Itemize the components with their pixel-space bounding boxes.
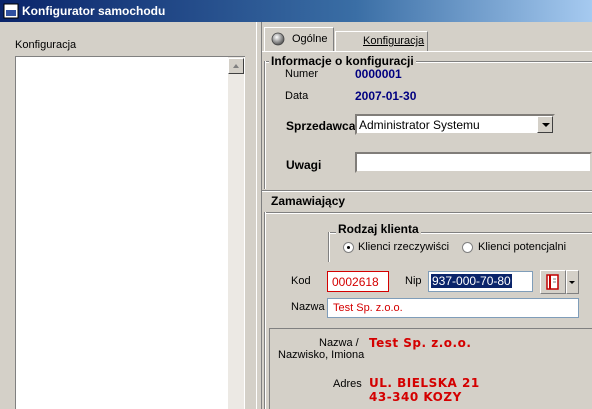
- sprzedawca-select[interactable]: Administrator Systemu: [355, 114, 555, 135]
- zamawiajacy-group-left-border: [264, 212, 266, 409]
- uwagi-label: Uwagi: [286, 158, 322, 172]
- title-bar[interactable]: Konfigurator samochodu: [0, 0, 592, 22]
- tab-konfiguracja[interactable]: Konfiguracja: [335, 31, 428, 51]
- radio-klienci-potencjalni[interactable]: [462, 242, 473, 253]
- uwagi-input[interactable]: [355, 152, 592, 173]
- sprzedawca-dropdown-button[interactable]: [537, 116, 553, 133]
- detail-nazwa-label-1: Nazwa /: [319, 337, 359, 349]
- detail-nazwa-label-2: Nazwisko, Imiona: [278, 349, 365, 361]
- tab-ogolne-label: Ogólne: [292, 33, 328, 45]
- nazwa-value: Test Sp. z.o.o.: [333, 302, 403, 314]
- tab-baseline: [262, 51, 592, 52]
- nip-dropdown-button[interactable]: [566, 270, 579, 294]
- tab-ogolne[interactable]: Ogólne: [264, 27, 334, 51]
- sphere-icon: [271, 32, 285, 46]
- info-group-title: Informacje o konfiguracji: [269, 54, 416, 68]
- zamawiajacy-group-border: [264, 212, 592, 214]
- window-title: Konfigurator samochodu: [22, 4, 166, 18]
- nip-check-button[interactable]: [540, 270, 566, 294]
- nazwa-input[interactable]: Test Sp. z.o.o.: [327, 298, 579, 318]
- vertical-scrollbar[interactable]: [228, 57, 244, 409]
- chevron-down-icon: [569, 281, 575, 284]
- radio-klienci-rzeczywisci-label: Klienci rzeczywiści: [358, 241, 450, 253]
- kod-label: Kod: [291, 275, 311, 287]
- rodzaj-group-title: Rodzaj klienta: [336, 222, 421, 236]
- nip-input[interactable]: 937-000-70-80: [428, 271, 533, 292]
- radio-klienci-potencjalni-label: Klienci potencjalni: [478, 241, 567, 253]
- tab-konfiguracja-label: Konfiguracja: [363, 35, 425, 47]
- nazwa-label: Nazwa: [291, 301, 325, 313]
- configuration-list[interactable]: [15, 56, 245, 409]
- scroll-up-button[interactable]: [228, 58, 244, 74]
- chevron-down-icon: [542, 123, 550, 127]
- sprzedawca-label: Sprzedawca: [286, 119, 356, 133]
- detail-adres-line1: UL. BIELSKA 21: [369, 376, 480, 390]
- arrow-up-icon: [233, 64, 239, 68]
- info-group-left-border: [264, 61, 266, 189]
- book-icon: [546, 274, 559, 290]
- data-label: Data: [285, 90, 309, 102]
- kod-input[interactable]: 0002618: [327, 271, 389, 292]
- nip-label: Nip: [405, 275, 422, 287]
- data-value: 2007-01-30: [355, 89, 417, 103]
- detail-adres-line2: 43-340 KOZY: [369, 390, 462, 404]
- app-icon: [3, 3, 19, 19]
- rodzaj-group-left-border: [328, 232, 330, 262]
- section-separator: [262, 190, 592, 192]
- kod-value: 0002618: [332, 275, 379, 289]
- splitter[interactable]: [256, 22, 262, 409]
- nip-value: 937-000-70-80: [431, 274, 512, 288]
- sprzedawca-value: Administrator Systemu: [359, 118, 480, 132]
- numer-label: Numer: [285, 68, 319, 80]
- numer-value: 0000001: [355, 67, 402, 81]
- zamawiajacy-group-title: Zamawiający: [269, 194, 348, 208]
- detail-adres-label: Adres: [333, 378, 362, 390]
- radio-klienci-rzeczywisci[interactable]: [343, 242, 354, 253]
- konfiguracja-label: Konfiguracja: [15, 39, 77, 51]
- detail-nazwa-value: Test Sp. z.o.o.: [369, 336, 472, 350]
